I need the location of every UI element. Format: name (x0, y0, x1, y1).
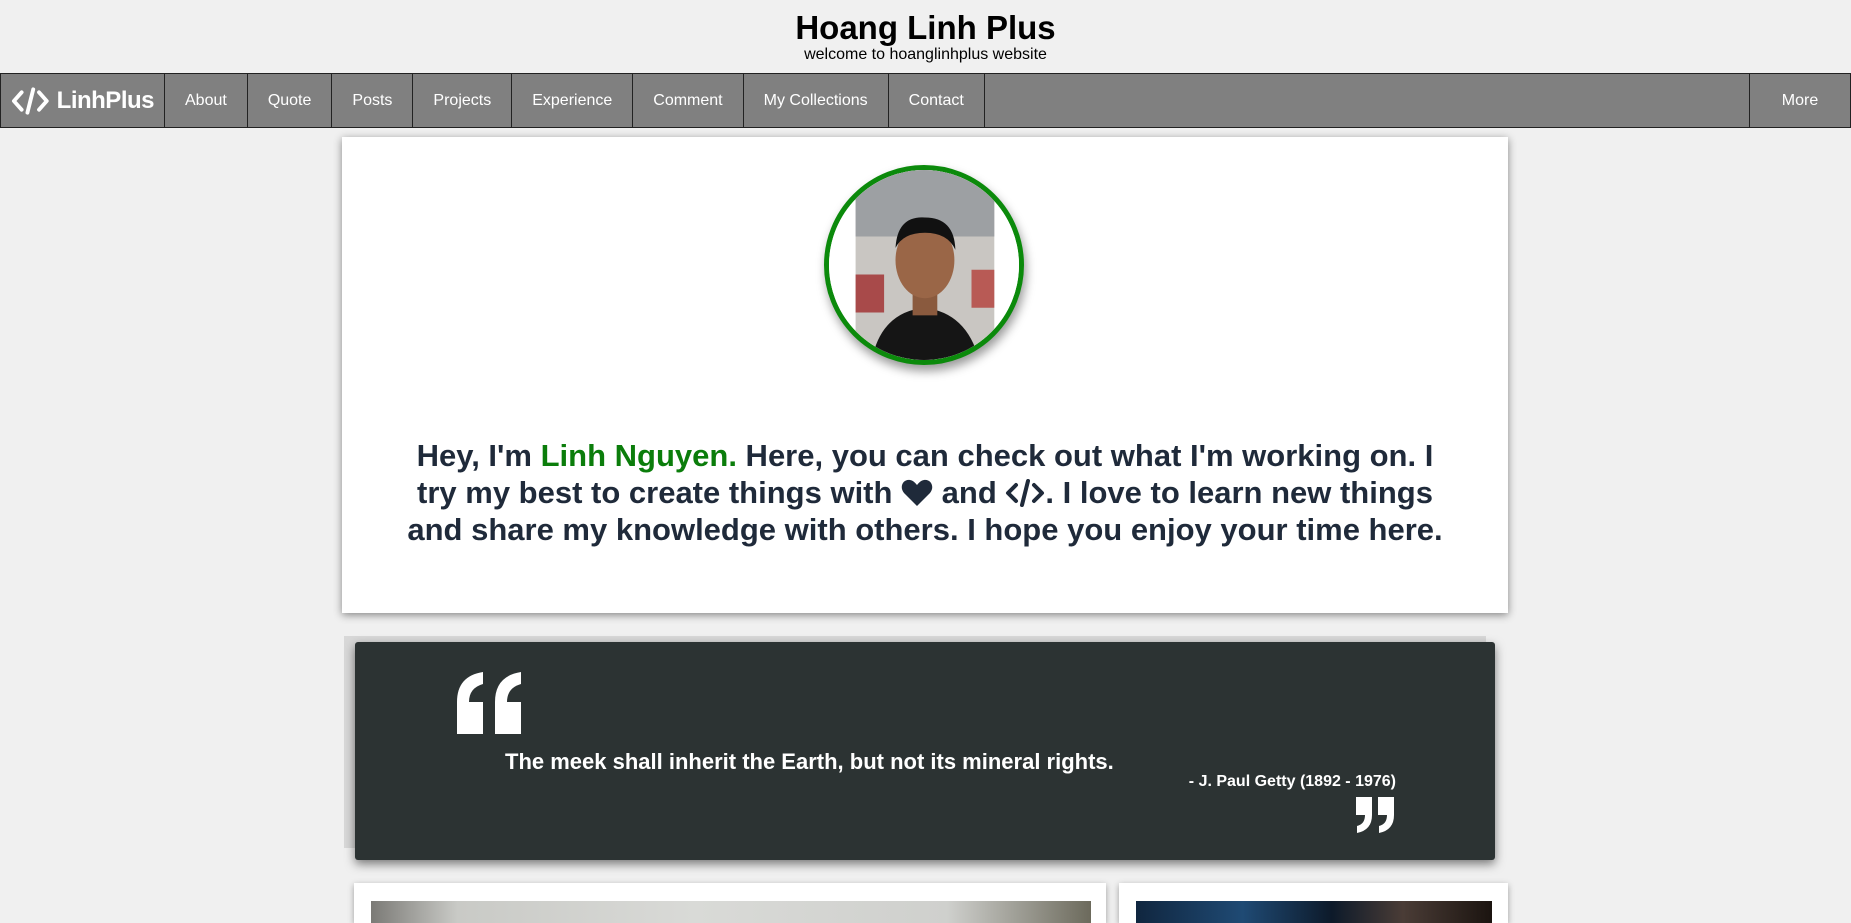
main-navbar: LinhPlus About Quote Posts Projects Expe… (0, 73, 1851, 128)
brand-logo-link[interactable]: LinhPlus (0, 74, 165, 127)
about-card: Hey, I'm Linh Nguyen. Here, you can chec… (342, 137, 1508, 613)
post-card[interactable] (354, 883, 1106, 923)
code-icon (1006, 479, 1045, 507)
nav-item-projects[interactable]: Projects (413, 74, 513, 127)
intro-before: Hey, I'm (416, 438, 541, 473)
avatar (824, 165, 1024, 365)
nav-item-posts[interactable]: Posts (332, 74, 414, 127)
site-title: Hoang Linh Plus (795, 9, 1056, 46)
code-icon (11, 86, 49, 115)
nav-item-contact[interactable]: Contact (889, 74, 985, 127)
post-card[interactable] (1119, 883, 1508, 923)
quote-close-icon (1356, 797, 1394, 833)
nav-item-experience[interactable]: Experience (512, 74, 634, 127)
nav-item-about[interactable]: About (165, 74, 248, 127)
post-thumbnail (1136, 901, 1492, 923)
post-thumbnail (371, 901, 1091, 923)
nav-item-my-collections[interactable]: My Collections (744, 74, 889, 127)
nav-item-comment[interactable]: Comment (633, 74, 744, 127)
brand-label: LinhPlus (56, 86, 155, 114)
quote-card: The meek shall inherit the Earth, but no… (355, 642, 1495, 860)
profile-photo (829, 170, 1019, 360)
quote-text: The meek shall inherit the Earth, but no… (505, 749, 1114, 774)
quote-open-icon (457, 672, 521, 734)
intro-and: and (933, 475, 1006, 510)
heart-icon (901, 479, 933, 506)
nav-item-quote[interactable]: Quote (248, 74, 333, 127)
site-header: Hoang Linh Plus welcome to hoanglinhplus… (0, 0, 1851, 73)
nav-more-button[interactable]: More (1749, 74, 1851, 127)
quote-author: - J. Paul Getty (1892 - 1976) (1188, 773, 1396, 790)
intro-text: Hey, I'm Linh Nguyen. Here, you can chec… (402, 437, 1448, 548)
site-subtitle: welcome to hoanglinhplus website (804, 46, 1047, 63)
intro-name: Linh Nguyen. (540, 438, 737, 473)
